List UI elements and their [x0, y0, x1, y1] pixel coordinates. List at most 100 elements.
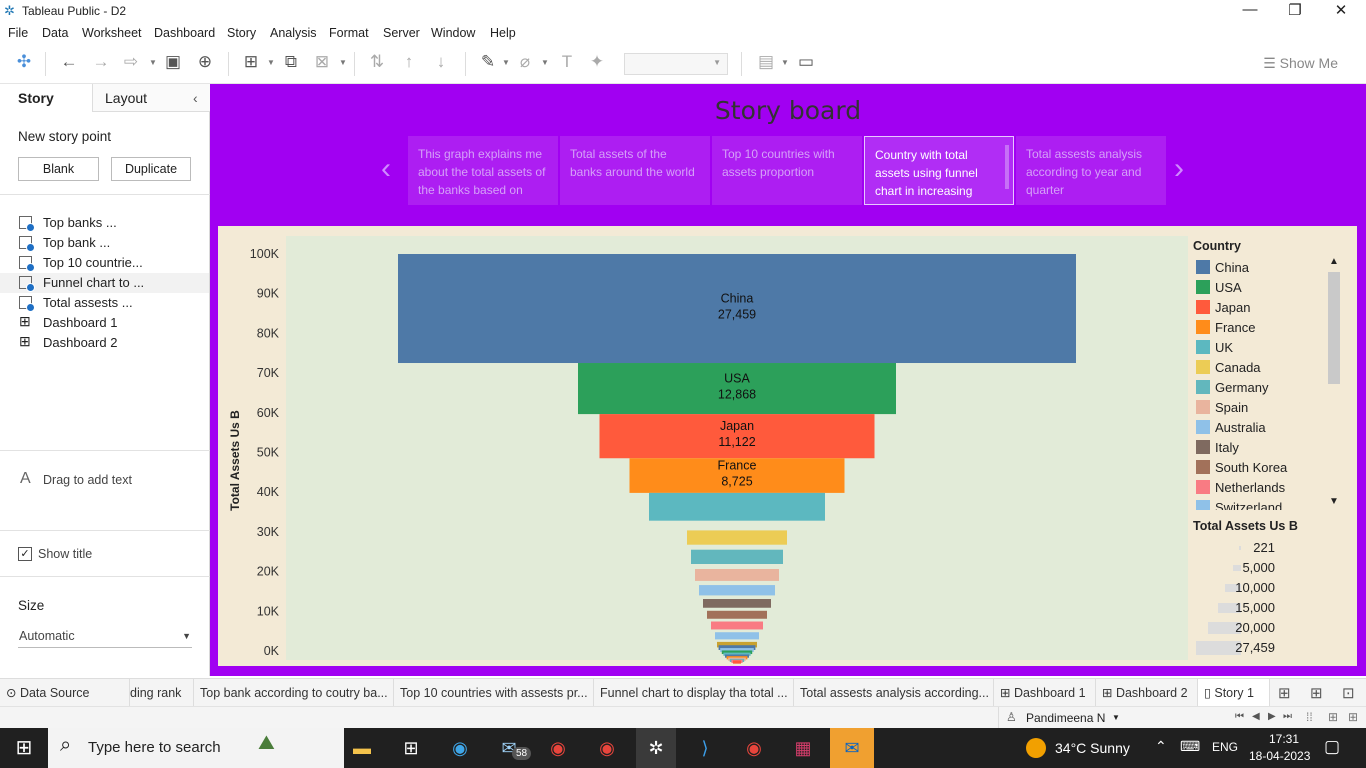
new-datasource-icon[interactable]: ⊕ — [194, 52, 216, 72]
menu-data[interactable]: Data — [42, 26, 68, 40]
keyboard-icon[interactable]: ⌨ — [1180, 738, 1200, 755]
story-point-2[interactable]: Total assets of the banks around the wor… — [560, 136, 710, 205]
weather-text[interactable]: 34°C Sunny — [1055, 740, 1130, 756]
group-icon[interactable]: ⌀ — [514, 52, 536, 72]
menu-server[interactable]: Server — [383, 26, 420, 40]
story-point-1[interactable]: This graph explains me about the total a… — [408, 136, 558, 205]
pin-icon[interactable]: ✦ — [586, 52, 608, 72]
tab-story-active[interactable]: ▯ Story 1 — [1198, 679, 1270, 707]
tableau-home-icon[interactable]: ✣ — [13, 52, 35, 72]
swap-icon[interactable]: ⇅ — [366, 52, 388, 72]
menu-story[interactable]: Story — [227, 26, 256, 40]
sheet-item[interactable]: Top banks ... — [0, 213, 209, 233]
clock-date[interactable]: 18-04-2023 — [1249, 749, 1310, 763]
chevron-down-icon[interactable]: ▼ — [502, 58, 510, 67]
chevron-up-icon[interactable]: ⌃ — [1155, 738, 1167, 755]
show-me-button[interactable]: ☰ Show Me — [1263, 55, 1338, 72]
menu-window[interactable]: Window — [431, 26, 475, 40]
tableau-taskbar-icon[interactable]: ✲ — [636, 728, 676, 768]
clear-sheet-icon[interactable]: ⊠ — [311, 52, 333, 72]
label-icon[interactable]: T — [556, 52, 578, 72]
drag-to-add-text[interactable]: Drag to add text — [43, 473, 132, 487]
story-point-3[interactable]: Top 10 countries with assets proportion — [712, 136, 862, 205]
sheet-item[interactable]: Funnel chart to ... — [0, 273, 209, 293]
scrollbar-thumb[interactable] — [1328, 272, 1340, 384]
menu-file[interactable]: File — [8, 26, 28, 40]
scroll-down-icon[interactable]: ▼ — [1329, 496, 1339, 507]
cards-icon[interactable]: ▤ — [755, 52, 777, 72]
sort-descending-icon[interactable]: ↓ — [430, 52, 452, 72]
tab-sheet[interactable]: Top bank according to coutry ba... — [194, 679, 394, 707]
tab-sheet[interactable]: Top 10 countries with assests pr... — [394, 679, 594, 707]
save-icon[interactable]: ▣ — [162, 52, 184, 72]
tab-layout[interactable]: Layout — [105, 90, 147, 106]
story-point-4-active[interactable]: Country with total assets using funnel c… — [864, 136, 1014, 205]
taskbar-search-box[interactable]: ⌕ Type here to search ⛰ — [48, 728, 344, 768]
windows-start-icon[interactable]: ⊞ — [9, 734, 39, 762]
chevron-down-icon[interactable]: ▼ — [149, 58, 157, 67]
menu-help[interactable]: Help — [490, 26, 516, 40]
close-icon[interactable]: ✕ — [1331, 1, 1351, 19]
blank-button[interactable]: Blank — [18, 157, 99, 181]
dashboard-item[interactable]: ⊞ Dashboard 1 — [0, 313, 209, 333]
chevron-down-icon[interactable]: ▼ — [541, 58, 549, 67]
presentation-icon[interactable]: ▭ — [795, 52, 817, 72]
menu-dashboard[interactable]: Dashboard — [154, 26, 215, 40]
edge-icon[interactable]: ◉ — [445, 734, 475, 762]
clock-time[interactable]: 17:31 — [1262, 732, 1306, 746]
previous-sheet-icon[interactable]: ◀ — [1252, 711, 1260, 722]
chrome-icon[interactable]: ◉ — [543, 734, 573, 762]
duplicate-button[interactable]: Duplicate — [111, 157, 191, 181]
size-dropdown[interactable]: Automatic ▼ — [18, 626, 192, 648]
next-story-point-icon[interactable]: › — [1174, 152, 1184, 186]
new-story-icon[interactable]: ⊡ — [1342, 684, 1355, 702]
tab-sheet[interactable]: Funnel chart to display tha total ... — [594, 679, 794, 707]
tab-data-source[interactable]: ⊙ Data Source — [0, 679, 130, 707]
chevron-down-icon[interactable]: ▼ — [781, 58, 789, 67]
menu-worksheet[interactable]: Worksheet — [82, 26, 142, 40]
winrar-icon[interactable]: ▦ — [788, 734, 818, 762]
tab-dashboard[interactable]: ⊞ Dashboard 2 — [1096, 679, 1198, 707]
collapse-panel-icon[interactable]: ‹ — [193, 90, 198, 106]
chrome-icon[interactable]: ◉ — [739, 734, 769, 762]
caption-scrollbar[interactable] — [1005, 145, 1009, 189]
tab-sheet[interactable]: Total assests analysis according... — [794, 679, 994, 707]
user-menu[interactable]: ♙ Pandimeena N ▼ — [998, 707, 1126, 729]
show-grid-icon[interactable]: ⊞ — [1348, 710, 1358, 724]
first-sheet-icon[interactable]: ⏮ — [1235, 711, 1244, 722]
chrome-profile-icon[interactable]: ◉ — [592, 734, 622, 762]
dashboard-item[interactable]: ⊞ Dashboard 2 — [0, 333, 209, 353]
microsoft-store-icon[interactable]: ⊞ — [396, 734, 426, 762]
notifications-icon[interactable]: ▢ — [1324, 737, 1340, 757]
sort-ascending-icon[interactable]: ↑ — [398, 52, 420, 72]
duplicate-sheet-icon[interactable]: ⧉ — [280, 52, 302, 72]
undo-icon[interactable]: ← — [58, 52, 80, 72]
legend-scrollbar[interactable]: ▲ ▼ — [1326, 256, 1342, 512]
vscode-icon[interactable]: ⟩ — [690, 734, 720, 762]
menu-analysis[interactable]: Analysis — [270, 26, 317, 40]
new-worksheet-icon[interactable]: ⊞ — [240, 52, 262, 72]
last-sheet-icon[interactable]: ⏭ — [1283, 711, 1292, 722]
chevron-down-icon[interactable]: ▼ — [267, 58, 275, 67]
next-sheet-icon[interactable]: ▶ — [1268, 711, 1276, 722]
previous-story-point-icon[interactable]: ‹ — [381, 152, 391, 186]
story-point-5[interactable]: Total assests analysis according to year… — [1016, 136, 1166, 205]
sheet-item[interactable]: Top bank ... — [0, 233, 209, 253]
outlook-icon[interactable]: ✉ — [830, 728, 874, 768]
tab-story[interactable]: Story — [18, 90, 54, 106]
show-title-checkbox[interactable]: ✓ — [18, 547, 32, 561]
show-tabs-icon[interactable]: ⊞ — [1328, 710, 1338, 724]
scroll-up-icon[interactable]: ▲ — [1329, 256, 1339, 267]
show-filmstrip-icon[interactable]: ⁞⁞ — [1306, 710, 1313, 724]
fit-dropdown[interactable]: ▼ — [624, 53, 728, 75]
file-explorer-icon[interactable]: ▬ — [347, 734, 377, 762]
chevron-down-icon[interactable]: ▼ — [339, 58, 347, 67]
highlight-icon[interactable]: ✎ — [477, 52, 499, 72]
tab-dashboard[interactable]: ⊞ Dashboard 1 — [994, 679, 1096, 707]
restore-icon[interactable]: ❐ — [1285, 1, 1305, 19]
language-indicator[interactable]: ENG — [1212, 740, 1238, 754]
menu-format[interactable]: Format — [329, 26, 369, 40]
new-dashboard-icon[interactable]: ⊞ — [1310, 684, 1323, 702]
tab-sheet[interactable]: ding rank — [130, 679, 194, 707]
redo-icon[interactable]: → — [90, 52, 112, 72]
